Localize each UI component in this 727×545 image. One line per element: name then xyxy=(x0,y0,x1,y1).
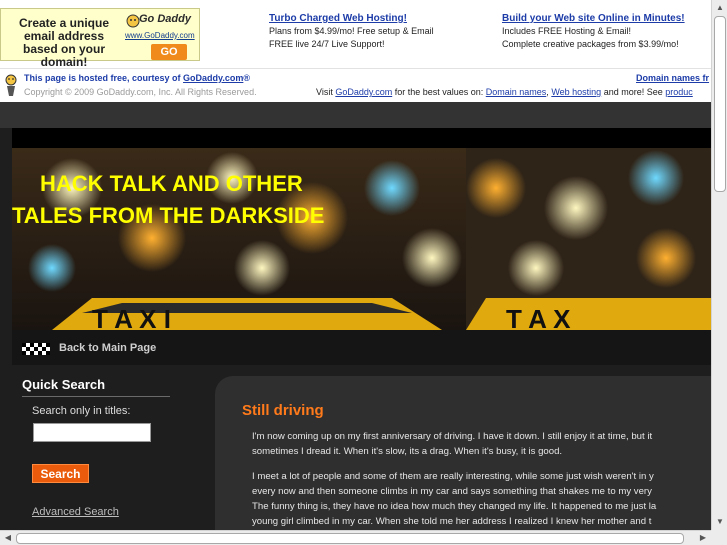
email-ad-banner[interactable]: Create a unique email address based on y… xyxy=(0,8,200,69)
checkered-flag-icon xyxy=(22,343,50,355)
blog-page: T A X I T A X HACK TALK AND OTHER TALES … xyxy=(0,102,711,530)
website-ad: Build your Web site Online in Minutes! I… xyxy=(502,12,685,51)
web-hosting-link[interactable]: Web hosting xyxy=(551,87,601,97)
taxi-night-image-right: T A X xyxy=(466,148,711,330)
vertical-scroll-thumb[interactable] xyxy=(714,16,726,192)
website-ad-link[interactable]: Build your Web site Online in Minutes! xyxy=(502,12,685,25)
godaddy-logo-text: Go Daddy xyxy=(139,13,191,25)
post-paragraph: I'm now coming up on my first anniversar… xyxy=(252,429,711,459)
godaddy-mascot-icon xyxy=(5,74,17,96)
site-title: HACK TALK AND OTHER TALES FROM THE DARKS… xyxy=(12,168,452,232)
godaddy-link[interactable]: GoDaddy.com xyxy=(183,73,243,83)
scroll-down-icon[interactable]: ▼ xyxy=(714,516,726,528)
advanced-search-link[interactable]: Advanced Search xyxy=(32,506,119,518)
quick-search-heading: Quick Search xyxy=(22,377,106,392)
svg-text:T A X: T A X xyxy=(506,304,571,330)
hosting-ad-line1: Plans from $4.99/mo! Free setup & Email xyxy=(269,26,434,36)
scrollbar-corner xyxy=(711,530,727,545)
visit-text: Visit xyxy=(316,87,336,97)
products-link[interactable]: produc xyxy=(665,87,693,97)
svg-text:T A X I: T A X I xyxy=(92,304,171,330)
email-ad-text: Create a unique email address based on y… xyxy=(18,16,110,69)
godaddy-logo-url[interactable]: www.GoDaddy.com xyxy=(125,31,195,40)
post-title[interactable]: Still driving xyxy=(242,402,324,419)
scroll-up-icon[interactable]: ▲ xyxy=(714,2,726,14)
site-title-line1: HACK TALK AND OTHER xyxy=(40,171,303,196)
domain-names-link[interactable]: Domain names xyxy=(486,87,547,97)
scroll-left-icon[interactable]: ◀ xyxy=(2,532,14,544)
hosted-notice: This page is hosted free, courtesy of Go… xyxy=(24,73,250,83)
horizontal-scroll-thumb[interactable] xyxy=(16,533,684,544)
go-button[interactable]: GO xyxy=(151,44,187,60)
post-line: The funny thing is, they have no idea ho… xyxy=(252,501,657,512)
post-line: I'm now coming up on my first anniversar… xyxy=(252,431,653,442)
top-strip xyxy=(0,102,711,148)
search-button[interactable]: Search xyxy=(32,464,89,483)
website-ad-line2: Complete creative packages from $3.99/mo… xyxy=(502,39,679,49)
visit-godaddy-link[interactable]: GoDaddy.com xyxy=(335,87,392,97)
horizontal-scrollbar[interactable]: ◀ ▶ xyxy=(0,530,711,545)
hosted-notice-bar: This page is hosted free, courtesy of Go… xyxy=(0,68,711,102)
visit-notice: Visit GoDaddy.com for the best values on… xyxy=(316,87,693,97)
browser-viewport: Create a unique email address based on y… xyxy=(0,0,727,545)
hosting-ad-link[interactable]: Turbo Charged Web Hosting! xyxy=(269,12,434,25)
site-title-line2: TALES FROM THE DARKSIDE xyxy=(12,203,325,228)
header-banner: T A X I T A X HACK TALK AND OTHER TALES … xyxy=(12,148,711,330)
hosted-notice-text: This page is hosted free, courtesy of xyxy=(24,73,184,83)
godaddy-logo: Go Daddy www.GoDaddy.com xyxy=(125,13,197,43)
post-line: every now and then someone climbs in my … xyxy=(252,486,652,497)
post-line: sometimes I dread it. When it's slow, it… xyxy=(252,446,563,457)
registered-mark: ® xyxy=(243,73,251,83)
visit-text: for the best values on: xyxy=(392,87,486,97)
divider xyxy=(22,396,170,397)
post-body: I'm now coming up on my first anniversar… xyxy=(252,429,711,530)
scroll-right-icon[interactable]: ▶ xyxy=(697,532,709,544)
post-paragraph: I meet a lot of people and some of them … xyxy=(252,469,711,529)
copyright-text: Copyright © 2009 GoDaddy.com, Inc. All R… xyxy=(24,87,257,97)
hosting-ad: Turbo Charged Web Hosting! Plans from $4… xyxy=(269,12,434,51)
post-line: I meet a lot of people and some of them … xyxy=(252,471,654,482)
search-input[interactable] xyxy=(33,423,151,442)
ad-bar: Create a unique email address based on y… xyxy=(0,0,711,69)
visit-text: and more! See xyxy=(601,87,666,97)
nav-bar: Back to Main Page xyxy=(12,330,711,365)
sidebar: Quick Search Search only in titles: Sear… xyxy=(12,365,210,530)
search-label: Search only in titles: xyxy=(32,405,131,417)
back-to-main-link[interactable]: Back to Main Page xyxy=(59,342,156,354)
domain-names-link[interactable]: Domain names fr xyxy=(636,73,709,83)
website-ad-line1: Includes FREE Hosting & Email! xyxy=(502,26,632,36)
hosting-ad-line2: FREE live 24/7 Live Support! xyxy=(269,39,385,49)
post-content: Still driving I'm now coming up on my fi… xyxy=(215,376,711,530)
vertical-scrollbar[interactable]: ▲ ▼ xyxy=(711,0,727,530)
post-line: young girl climbed in my car. When she t… xyxy=(252,516,652,527)
